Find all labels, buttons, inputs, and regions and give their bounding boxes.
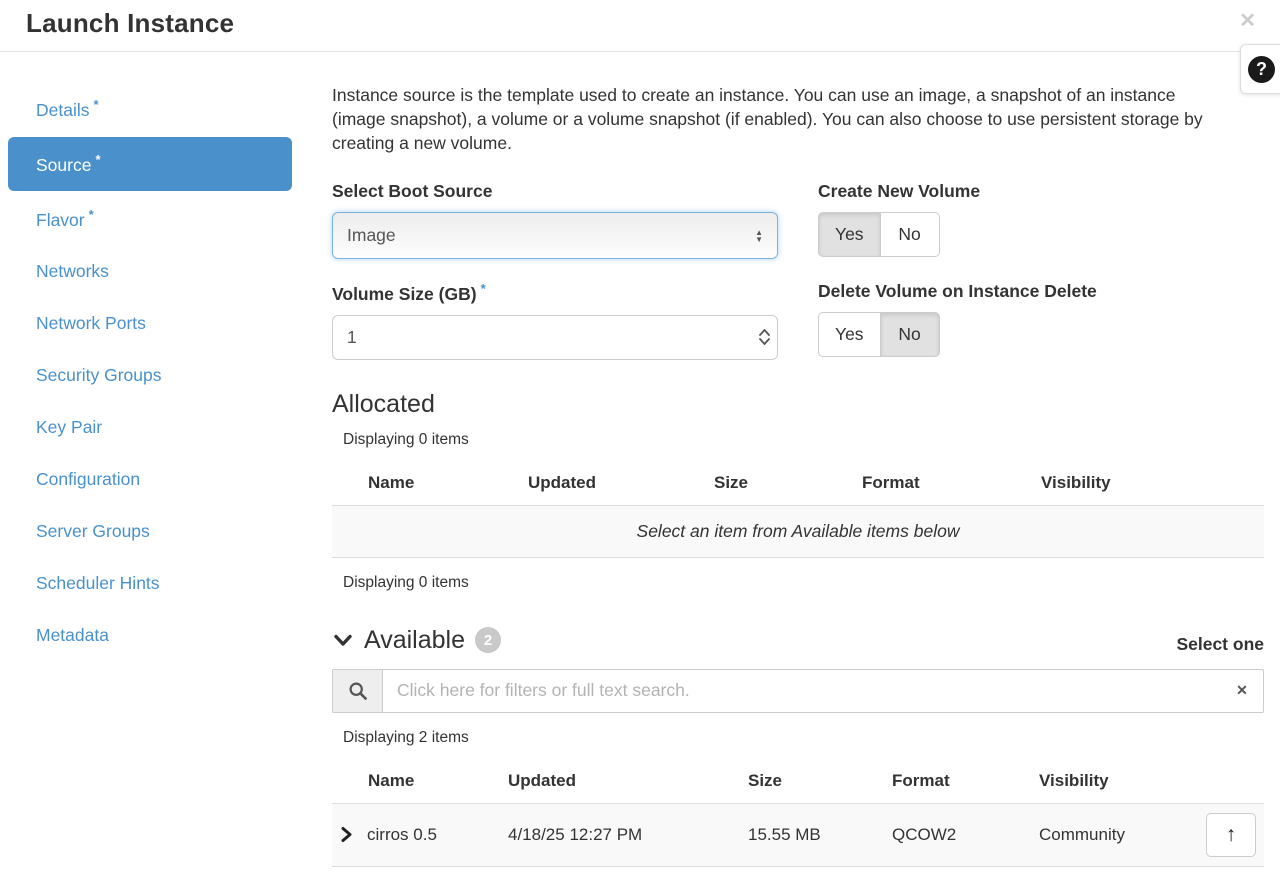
allocated-empty-text: Select an item from Available items belo… — [332, 505, 1264, 557]
allocated-header-row: Name Updated Size Format Visibility — [332, 463, 1264, 506]
volume-size-field: Volume Size (GB)* — [332, 259, 778, 360]
column-header-visibility: Visibility — [1041, 463, 1264, 506]
page-title: Launch Instance — [26, 8, 1254, 39]
allocated-heading: Allocated — [332, 390, 1264, 419]
column-header-format: Format — [862, 463, 1041, 506]
column-header-name: Name — [332, 463, 528, 506]
delete-volume-toggle: Yes No — [818, 312, 940, 357]
volume-size-input[interactable] — [332, 315, 778, 360]
source-step-content: Instance source is the template used to … — [292, 52, 1280, 867]
boot-source-field: Select Boot Source Image ▲ ▼ — [332, 181, 778, 259]
required-asterisk: * — [89, 207, 94, 222]
launch-instance-modal: Launch Instance ✕ ? Details* Source* Fla… — [0, 0, 1280, 867]
help-icon: ? — [1248, 56, 1275, 83]
volume-size-label: Volume Size (GB)* — [332, 281, 778, 305]
number-spinner-icon[interactable] — [759, 323, 770, 352]
available-count-badge: 2 — [475, 627, 501, 653]
column-header-size: Size — [748, 761, 892, 804]
select-one-hint: Select one — [1176, 634, 1264, 655]
image-name: cirros 0.5 — [367, 825, 437, 845]
delete-volume-label: Delete Volume on Instance Delete — [818, 281, 1264, 302]
boot-source-value: Image — [347, 225, 755, 246]
sidebar-item-security-groups[interactable]: Security Groups — [8, 350, 292, 401]
boot-source-label: Select Boot Source — [332, 181, 778, 202]
required-asterisk: * — [95, 152, 100, 167]
column-header-updated: Updated — [528, 463, 714, 506]
source-form: Select Boot Source Image ▲ ▼ Create New … — [332, 181, 1264, 360]
delete-volume-no-button[interactable]: No — [880, 312, 940, 357]
boot-source-select[interactable]: Image ▲ ▼ — [332, 212, 778, 259]
required-asterisk: * — [94, 97, 99, 112]
sidebar-item-flavor[interactable]: Flavor* — [8, 192, 292, 246]
allocated-count-top: Displaying 0 items — [343, 431, 1264, 449]
sidebar-item-configuration[interactable]: Configuration — [8, 454, 292, 505]
allocated-table: Name Updated Size Format Visibility Sele… — [332, 463, 1264, 558]
up-arrow-icon: ↑ — [1226, 823, 1237, 846]
column-header-visibility: Visibility — [1039, 761, 1205, 804]
sidebar-item-server-groups[interactable]: Server Groups — [8, 506, 292, 557]
allocated-count-bottom: Displaying 0 items — [343, 574, 1264, 592]
create-new-volume-field: Create New Volume Yes No — [818, 181, 1264, 259]
column-header-updated: Updated — [508, 761, 748, 804]
sidebar-item-networks[interactable]: Networks — [8, 246, 292, 297]
create-new-volume-toggle: Yes No — [818, 212, 940, 257]
sidebar-item-scheduler-hints[interactable]: Scheduler Hints — [8, 558, 292, 609]
chevron-down-icon[interactable] — [332, 629, 354, 651]
available-table: Name Updated Size Format Visibility — [332, 761, 1264, 867]
available-count: Displaying 2 items — [343, 729, 1264, 747]
sidebar-item-network-ports[interactable]: Network Ports — [8, 298, 292, 349]
table-row-cirros: cirros 0.5 4/18/25 12:27 PM 15.55 MB QCO… — [332, 803, 1264, 866]
image-updated: 4/18/25 12:27 PM — [508, 803, 748, 866]
sidebar-item-metadata[interactable]: Metadata — [8, 610, 292, 661]
wizard-nav: Details* Source* Flavor* Networks Networ… — [0, 52, 292, 662]
sidebar-item-source[interactable]: Source* — [8, 137, 292, 191]
create-new-volume-label: Create New Volume — [818, 181, 1264, 202]
create-volume-yes-button[interactable]: Yes — [818, 212, 881, 257]
sidebar-item-details[interactable]: Details* — [8, 82, 292, 136]
close-icon[interactable]: ✕ — [1235, 4, 1260, 37]
image-format: QCOW2 — [892, 803, 1039, 866]
delete-volume-yes-button[interactable]: Yes — [818, 312, 881, 357]
available-heading: Available — [364, 626, 465, 655]
source-description: Instance source is the template used to … — [332, 83, 1216, 155]
modal-body: Details* Source* Flavor* Networks Networ… — [0, 52, 1280, 867]
allocated-empty-row: Select an item from Available items belo… — [332, 505, 1264, 557]
required-asterisk: * — [481, 281, 486, 296]
expand-row-icon[interactable] — [340, 826, 353, 843]
clear-search-icon[interactable]: ✕ — [1221, 670, 1263, 712]
available-section-header: Available 2 Select one — [332, 626, 1264, 655]
image-size: 15.55 MB — [748, 803, 892, 866]
column-header-size: Size — [714, 463, 862, 506]
search-input[interactable] — [383, 670, 1221, 712]
help-button[interactable]: ? — [1240, 44, 1280, 94]
column-header-name: Name — [332, 761, 508, 804]
available-header-row: Name Updated Size Format Visibility — [332, 761, 1264, 804]
search-icon[interactable] — [333, 670, 383, 712]
sidebar-item-key-pair[interactable]: Key Pair — [8, 402, 292, 453]
allocate-item-button[interactable]: ↑ — [1206, 813, 1256, 857]
image-visibility: Community — [1039, 803, 1205, 866]
create-volume-no-button[interactable]: No — [880, 212, 940, 257]
modal-header: Launch Instance ✕ — [0, 0, 1280, 52]
column-header-format: Format — [892, 761, 1039, 804]
select-arrows-icon: ▲ ▼ — [755, 229, 763, 243]
column-header-actions — [1205, 761, 1264, 804]
delete-volume-field: Delete Volume on Instance Delete Yes No — [818, 259, 1264, 360]
filter-search-bar: ✕ — [332, 669, 1264, 713]
